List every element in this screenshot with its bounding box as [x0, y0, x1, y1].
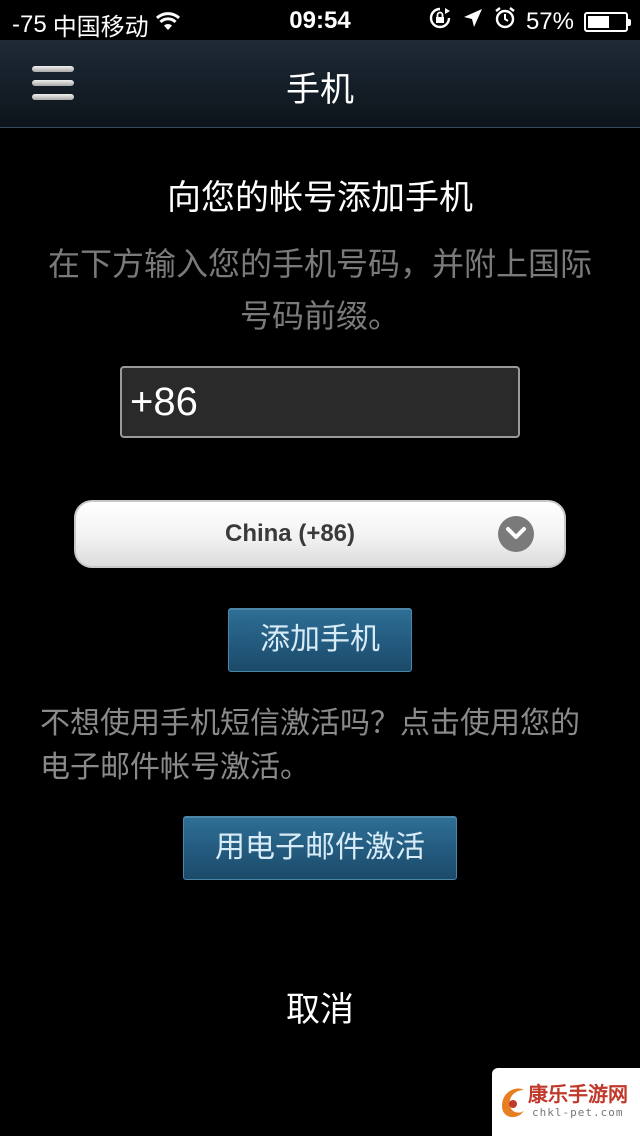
add-phone-button[interactable]: 添加手机	[228, 608, 412, 672]
section-heading: 向您的帐号添加手机	[167, 178, 473, 218]
watermark-text: 康乐手游网	[528, 1082, 628, 1106]
alarm-icon	[494, 6, 516, 37]
nav-bar: 手机	[0, 40, 640, 128]
status-right: 57%	[428, 6, 631, 37]
watermark-logo-icon	[498, 1080, 528, 1128]
battery-fill	[588, 15, 609, 28]
country-code-select[interactable]: China (+86)	[74, 500, 566, 568]
watermark: 康乐手游网 chkl-pet.com	[492, 1068, 640, 1136]
country-select-value: China (+86)	[224, 520, 356, 547]
chevron-down-icon	[498, 516, 534, 552]
cancel-button[interactable]: 取消	[0, 982, 640, 1031]
email-activation-prompt: 不想使用手机短信激活吗？点击使用您的电子邮件帐号激活。	[40, 706, 580, 785]
page-title: 手机	[286, 70, 354, 110]
battery-percent: 57%	[525, 7, 574, 35]
battery-icon	[584, 11, 631, 32]
watermark-url: chkl-pet.com	[532, 1106, 624, 1119]
phone-number-input[interactable]	[120, 366, 520, 438]
instructions-text: 在下方输入您的手机号码，并附上国际号码前缀。	[47, 245, 592, 335]
email-activate-button[interactable]: 用电子邮件激活	[183, 816, 457, 880]
rotation-lock-icon	[428, 6, 452, 37]
status-bar: -75 中国移动 09:54 57%	[0, 0, 640, 41]
location-arrow-icon	[462, 7, 484, 36]
